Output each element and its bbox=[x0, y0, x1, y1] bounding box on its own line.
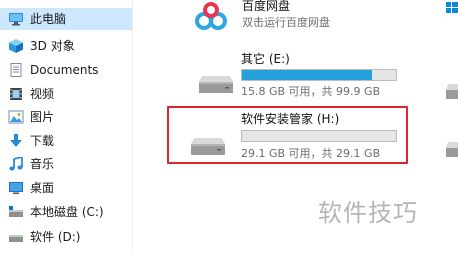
drive-size-text: 15.8 GB 可用，共 99.9 GB bbox=[241, 85, 381, 98]
sidebar-item-label: 桌面 bbox=[30, 181, 55, 195]
sidebar-item-music[interactable]: 音乐 bbox=[0, 153, 132, 175]
drive-name: 其它 (E:) bbox=[241, 52, 290, 66]
drive-icon bbox=[9, 235, 23, 242]
baidu-netdisk-name: 百度网盘 bbox=[242, 0, 291, 13]
baidu-netdisk-icon bbox=[195, 2, 227, 30]
sidebar-item-label: 此电脑 bbox=[30, 12, 67, 26]
pictures-icon bbox=[8, 110, 24, 124]
videos-icon bbox=[10, 88, 22, 100]
sidebar-item-label: 本地磁盘 (C:) bbox=[30, 205, 104, 219]
documents-icon bbox=[10, 63, 22, 77]
sidebar-item-label: 下载 bbox=[30, 134, 55, 148]
sidebar-item-label: 图片 bbox=[30, 110, 55, 124]
sidebar-item-documents[interactable]: Documents bbox=[0, 59, 132, 81]
sidebar-item-local-disk-c[interactable]: 本地磁盘 (C:) bbox=[0, 201, 132, 223]
3d-objects-icon bbox=[9, 39, 23, 53]
sidebar-item-desktop[interactable]: 桌面 bbox=[0, 177, 132, 199]
sidebar-item-pictures[interactable]: 图片 bbox=[0, 106, 132, 128]
drive-usage-fill bbox=[242, 70, 372, 80]
drive-icon bbox=[446, 84, 458, 99]
highlight-annotation-box bbox=[167, 106, 408, 164]
windows-logo-icon bbox=[446, 2, 458, 13]
sidebar-item-label: 3D 对象 bbox=[30, 39, 75, 53]
baidu-netdisk-tile[interactable]: 百度网盘 双击运行百度网盘 bbox=[188, 0, 388, 44]
sidebar-item-label: Documents bbox=[30, 63, 99, 77]
watermark-text: 软件技巧 bbox=[318, 199, 418, 227]
drive-icon bbox=[199, 76, 233, 93]
sidebar-item-software-d[interactable]: 软件 (D:) bbox=[0, 226, 132, 248]
sidebar-item-label: 音乐 bbox=[30, 157, 55, 171]
sidebar-item-this-pc[interactable]: 此电脑 bbox=[0, 8, 132, 30]
drive-icon bbox=[446, 142, 458, 157]
baidu-netdisk-subtitle: 双击运行百度网盘 bbox=[242, 16, 330, 29]
sidebar-item-label: 软件 (D:) bbox=[30, 230, 81, 244]
drive-usage-bar bbox=[241, 69, 397, 81]
downloads-icon bbox=[10, 134, 22, 147]
sidebar-item-downloads[interactable]: 下载 bbox=[0, 130, 132, 152]
navigation-pane: 此电脑 3D 对象 Documents 视频 图片 下载 音乐 桌面 本地磁盘 … bbox=[0, 0, 133, 254]
this-pc-icon bbox=[9, 13, 23, 26]
sidebar-item-videos[interactable]: 视频 bbox=[0, 83, 132, 105]
sidebar-item-label: 视频 bbox=[30, 87, 55, 101]
drive-icon bbox=[9, 206, 23, 217]
drive-e-tile[interactable]: 其它 (E:) 15.8 GB 可用，共 99.9 GB bbox=[188, 50, 408, 104]
music-icon bbox=[9, 157, 23, 171]
sidebar-item-3d-objects[interactable]: 3D 对象 bbox=[0, 35, 132, 57]
desktop-icon bbox=[9, 182, 23, 194]
